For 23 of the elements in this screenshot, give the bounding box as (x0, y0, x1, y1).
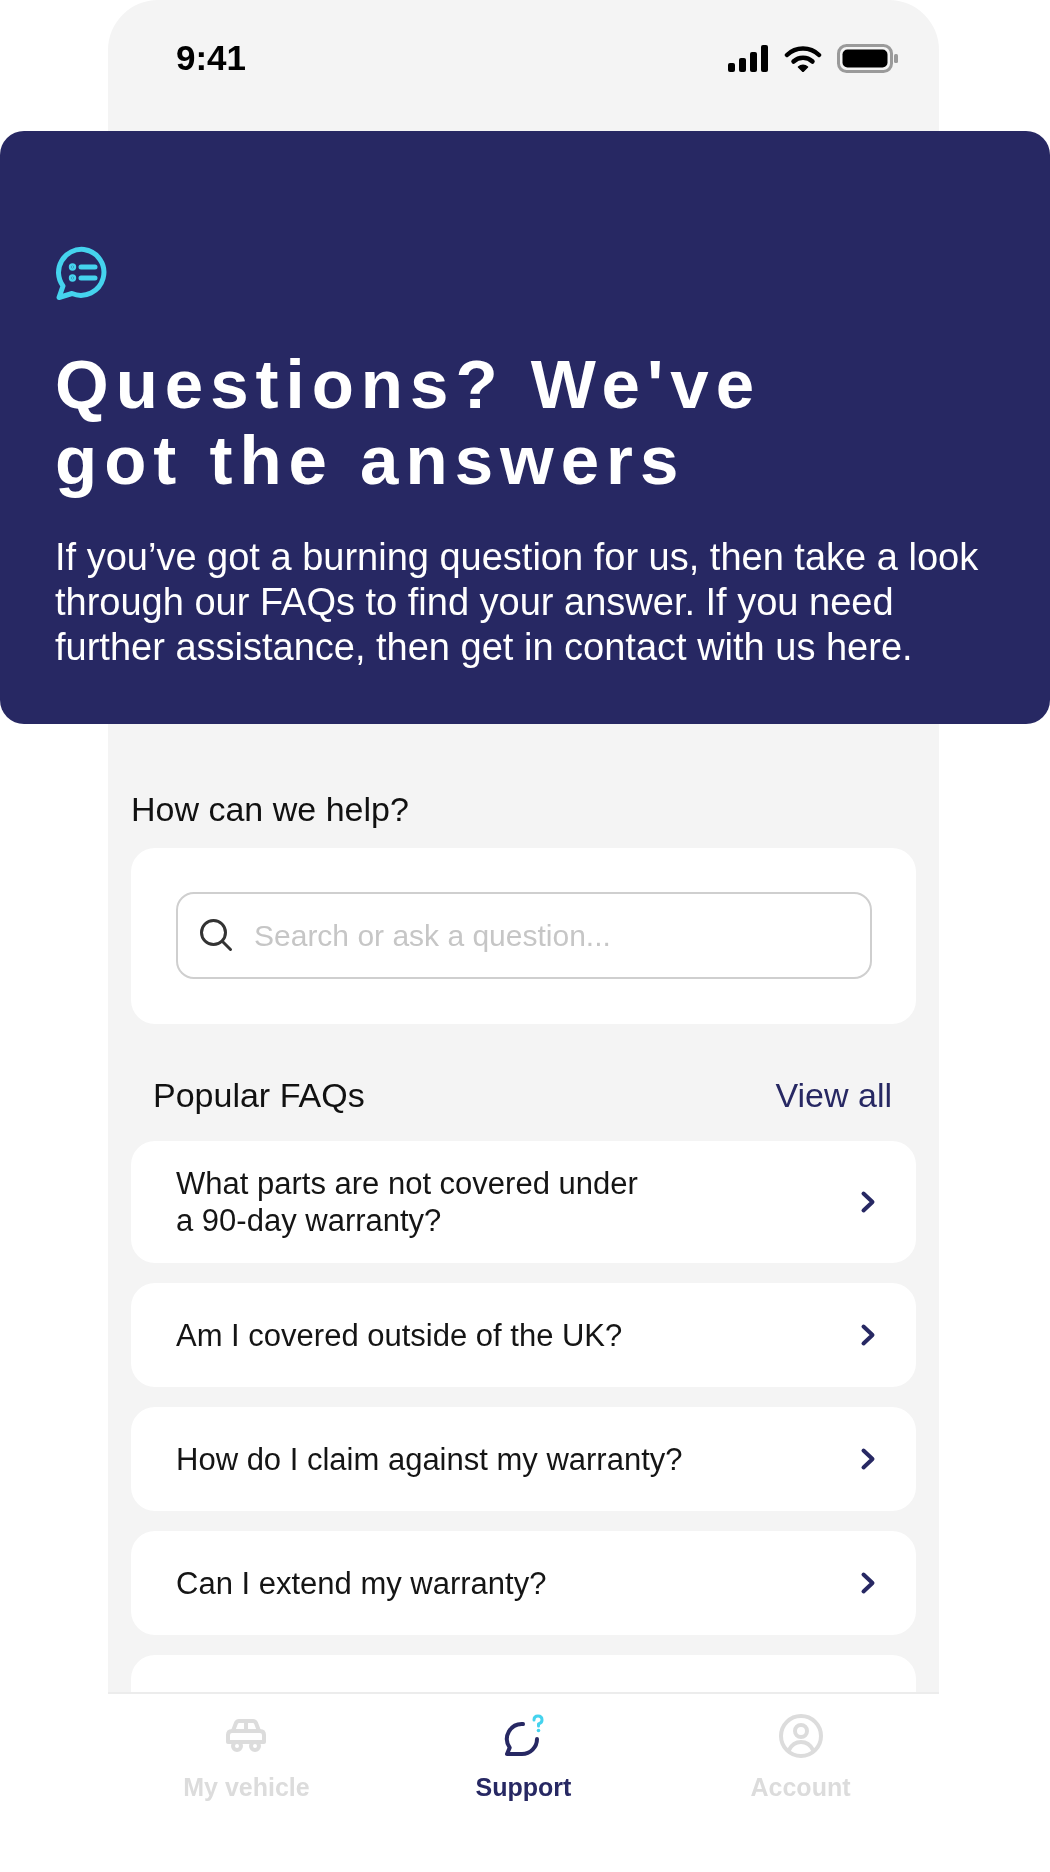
chevron-right-icon (860, 1571, 876, 1595)
section-title: Popular FAQs (153, 1075, 365, 1115)
faq-item[interactable]: What parts are not covered under a 90-day warranty? (131, 1141, 916, 1263)
faq-item[interactable]: How do I claim against my warranty? (131, 1407, 916, 1511)
chevron-right-icon (860, 1323, 876, 1347)
hero-title: Questions? We've got the answers (55, 347, 763, 499)
signal-icon (728, 44, 769, 72)
user-circle-icon (778, 1714, 823, 1758)
chevron-right-icon (860, 1190, 876, 1214)
status-time: 9:41 (176, 38, 247, 78)
faq-item[interactable]: Am I covered outside of the UK? (131, 1283, 916, 1387)
search-icon (199, 918, 233, 952)
hero-description: If you’ve got a burning question for us, then take a look through our FAQs to find your answer. If you need further assistance, then get in contact with us here. (55, 535, 980, 670)
chevron-right-icon (860, 1447, 876, 1471)
faq-item[interactable]: Can I extend my warranty? (131, 1531, 916, 1635)
tab-item[interactable]: Support (475, 1694, 572, 1802)
chat-list-icon (55, 246, 109, 301)
view-all-link[interactable]: View all (775, 1075, 892, 1115)
search-label: How can we help? (131, 789, 410, 829)
car-icon (224, 1719, 269, 1753)
battery-icon (837, 43, 898, 73)
search-field[interactable]: Search or ask a question... (176, 892, 872, 979)
wifi-icon (784, 44, 822, 72)
